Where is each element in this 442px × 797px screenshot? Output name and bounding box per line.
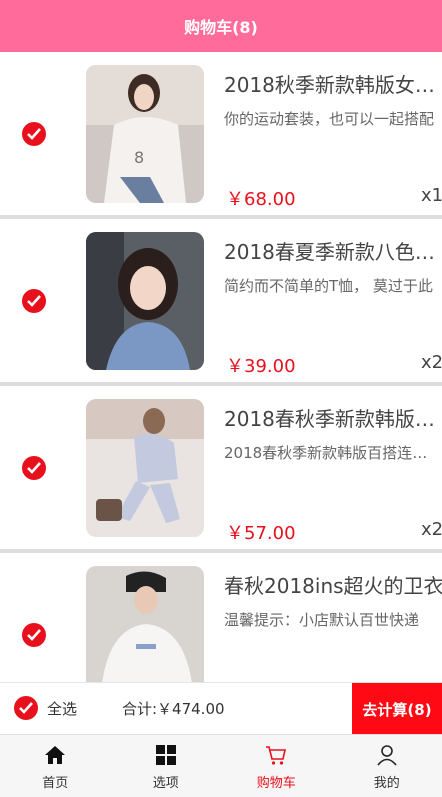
item-checkbox[interactable] — [22, 122, 46, 146]
tab-home[interactable]: 首页 — [0, 735, 111, 797]
item-checkbox[interactable] — [22, 456, 46, 480]
product-image[interactable]: 8 — [86, 65, 204, 203]
home-icon — [45, 746, 66, 764]
checkmark-icon — [27, 462, 41, 474]
product-title[interactable]: 2018春秋季新款韩版百搭连衣裙 — [224, 403, 442, 432]
tab-label: 选项 — [152, 776, 179, 791]
cart-item[interactable]: 8 2018秋季新款韩版女卫衣 你的运动套装，也可以一起搭配 ￥68.00 x1 — [0, 52, 442, 215]
product-image[interactable] — [86, 399, 204, 537]
checkout-button[interactable]: 去计算(8) — [352, 683, 442, 735]
select-all-label[interactable]: 全选 — [47, 698, 77, 719]
product-desc: 你的运动套装，也可以一起搭配 — [224, 110, 435, 128]
product-qty: x2 — [421, 519, 442, 540]
checkmark-icon — [27, 128, 41, 140]
cart-list: 8 2018秋季新款韩版女卫衣 你的运动套装，也可以一起搭配 ￥68.00 x1… — [0, 52, 442, 682]
tab-label: 购物车 — [256, 776, 296, 791]
svg-text:8: 8 — [134, 148, 144, 167]
checkmark-icon — [27, 295, 41, 307]
product-desc: 温馨提示：小店默认百世快递 — [224, 611, 420, 629]
bottom-tab-bar: 首页 选项 购物车 我的 — [0, 734, 442, 797]
total-amount: 合计:￥474.00 — [122, 700, 225, 718]
item-checkbox[interactable] — [22, 289, 46, 313]
tab-mine[interactable]: 我的 — [332, 735, 442, 797]
tab-options[interactable]: 选项 — [111, 735, 222, 797]
cart-item[interactable]: 春秋2018ins超火的卫衣 温馨提示：小店默认百世快递 — [0, 553, 442, 682]
user-icon — [377, 745, 397, 766]
product-desc: 简约而不简单的T恤， 莫过于此 — [224, 277, 433, 295]
product-qty: x2 — [421, 352, 442, 373]
cart-icon — [266, 746, 287, 765]
page-header: 购物车(8) — [0, 0, 442, 52]
product-price: ￥68.00 — [226, 189, 296, 210]
tab-label: 首页 — [42, 776, 69, 791]
checkmark-icon — [19, 702, 33, 714]
tab-cart[interactable]: 购物车 — [221, 735, 332, 797]
grid-icon — [155, 745, 176, 765]
checkmark-icon — [27, 629, 41, 641]
product-desc: 2018春秋季新款韩版百搭连衣裙 — [224, 444, 442, 462]
product-qty: x1 — [421, 185, 442, 206]
product-image[interactable] — [86, 566, 204, 682]
page-title: 购物车(8) — [184, 18, 258, 37]
item-checkbox[interactable] — [22, 623, 46, 647]
product-title[interactable]: 春秋2018ins超火的卫衣 — [224, 570, 442, 599]
select-all-checkbox[interactable] — [14, 696, 38, 720]
product-image[interactable] — [86, 232, 204, 370]
cart-item[interactable]: 2018春秋季新款韩版百搭连衣裙 2018春秋季新款韩版百搭连衣裙 ￥57.00… — [0, 386, 442, 549]
cart-item[interactable]: 2018春夏季新款八色可选T恤 简约而不简单的T恤， 莫过于此 ￥39.00 x… — [0, 219, 442, 382]
product-title[interactable]: 2018春夏季新款八色可选T恤 — [224, 236, 442, 265]
product-price: ￥39.00 — [226, 356, 296, 377]
product-price: ￥57.00 — [226, 523, 296, 544]
product-title[interactable]: 2018秋季新款韩版女卫衣 — [224, 69, 442, 98]
cart-summary-bar: 全选 合计:￥474.00 去计算(8) — [0, 682, 442, 735]
tab-label: 我的 — [373, 776, 400, 791]
